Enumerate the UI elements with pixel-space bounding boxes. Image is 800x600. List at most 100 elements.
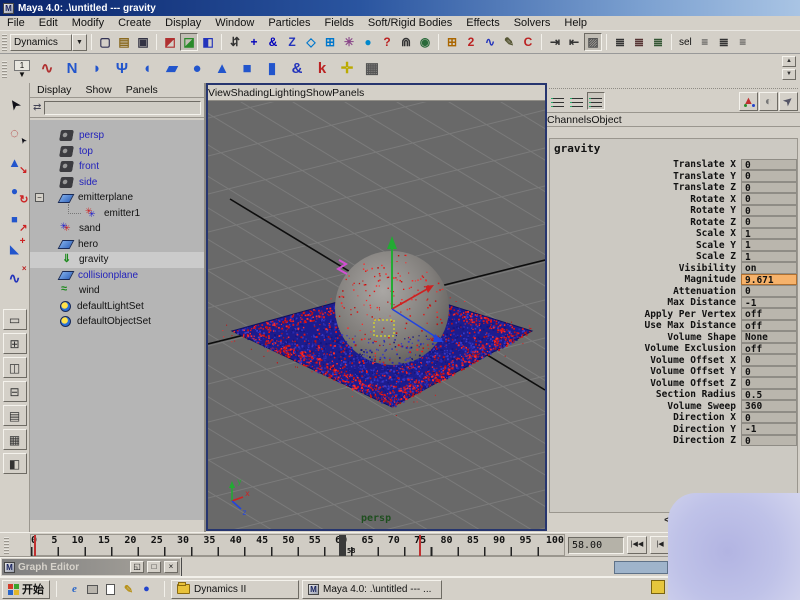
pointer-arrow-icon[interactable]: ➤	[779, 92, 798, 111]
layout-persp-hypershade[interactable]: ▦	[3, 429, 27, 450]
shelf-scroll-up-icon[interactable]: ▲	[782, 56, 796, 67]
drag-handle[interactable]	[2, 60, 7, 78]
layout-single-persp[interactable]: ▭	[3, 309, 27, 330]
lock-icon[interactable]: ⋒	[397, 33, 415, 51]
channel-value-field[interactable]: off	[741, 343, 797, 355]
curve-point-icon[interactable]: ∿	[481, 33, 499, 51]
expander-icon[interactable]	[35, 286, 44, 295]
expander-icon[interactable]	[35, 178, 44, 187]
menu-item[interactable]: File	[0, 16, 32, 30]
start-button[interactable]: 开始	[2, 580, 50, 599]
expander-icon[interactable]	[35, 162, 44, 171]
render-globals-icon[interactable]: ≣	[649, 33, 667, 51]
joint-tool-icon[interactable]: &	[285, 57, 309, 81]
task-maya[interactable]: M Maya 4.0: .\untitled --- ...	[302, 580, 442, 599]
shelf-tab-selector[interactable]: 1 ▼	[9, 55, 35, 82]
window-titlebar[interactable]: M Maya 4.0: .\untitled --- gravity	[0, 0, 800, 16]
viewport-menu-item[interactable]: View	[208, 87, 231, 99]
save-scene-icon[interactable]: ▣	[134, 33, 152, 51]
chevron-down-icon[interactable]: ▼	[72, 34, 87, 51]
outliner-item[interactable]: emitter1	[30, 206, 204, 222]
channel-value-field[interactable]: -1	[741, 423, 797, 435]
channel-value-field[interactable]: on	[741, 262, 797, 274]
outliner-item[interactable]: wind	[30, 283, 204, 299]
add-icon[interactable]: +	[245, 33, 263, 51]
lasso-tool[interactable]	[2, 120, 28, 146]
chevron-down-icon[interactable]: ▼	[18, 72, 26, 78]
outliner-menu-item[interactable]: Show	[78, 83, 118, 97]
list-view-icon-1[interactable]: ≡	[696, 33, 714, 51]
outliner-item[interactable]: gravity	[30, 252, 204, 268]
time-slider[interactable]: 0510152025303540455055606570758085909510…	[30, 534, 565, 556]
select-component-icon[interactable]: ◧	[199, 33, 217, 51]
joint-hook-icon[interactable]: &	[264, 33, 282, 51]
viewport-menu-item[interactable]: Show	[306, 87, 332, 99]
channel-value-field[interactable]: 1	[741, 251, 797, 263]
perspective-viewport[interactable]: ViewShadingLightingShowPanels	[206, 83, 547, 531]
menu-item[interactable]: Soft/Rigid Bodies	[361, 16, 459, 30]
cube-icon[interactable]: ■	[235, 57, 259, 81]
close-icon[interactable]: ×	[164, 561, 178, 573]
outliner-menu-item[interactable]: Display	[30, 83, 78, 97]
channel-value-field[interactable]: 1	[741, 228, 797, 240]
layout-hypergraph-persp[interactable]: ▤	[3, 405, 27, 426]
channel-speed-medium-icon[interactable]	[568, 92, 586, 110]
expander-icon[interactable]	[35, 271, 44, 280]
expander-icon[interactable]	[35, 302, 44, 311]
move-tool[interactable]	[2, 149, 28, 175]
channel-value-field[interactable]: -1	[741, 297, 797, 309]
poly-cube-icon[interactable]: ◇	[302, 33, 320, 51]
speed-dial-icon[interactable]: ◐	[759, 92, 778, 111]
cylinder-icon[interactable]: ▮	[260, 57, 284, 81]
render-current-icon[interactable]: ≣	[611, 33, 629, 51]
open-scene-icon[interactable]: ▤	[115, 33, 133, 51]
shelf-scroll-down-icon[interactable]: ▼	[782, 69, 796, 80]
channel-value-field[interactable]: 360	[741, 400, 797, 412]
outliner-menu-item[interactable]: Panels	[119, 83, 165, 97]
expander-icon[interactable]	[35, 209, 44, 218]
expander-icon[interactable]	[35, 240, 44, 249]
select-object-icon[interactable]: ◪	[180, 33, 198, 51]
outliner-item[interactable]: hero	[30, 237, 204, 253]
zoom-select-icon[interactable]: ◉	[416, 33, 434, 51]
ep-curve-icon[interactable]: ∿	[35, 57, 59, 81]
menu-set-selector[interactable]: Dynamics ▼	[10, 34, 87, 51]
new-scene-icon[interactable]: ▢	[96, 33, 114, 51]
layout-misc[interactable]: ◧	[3, 453, 27, 474]
menu-item[interactable]: Modify	[65, 16, 111, 30]
channel-value-field[interactable]: 0	[741, 435, 797, 447]
menu-item[interactable]: Display	[158, 16, 208, 30]
document-icon[interactable]	[103, 582, 118, 597]
revolve-icon[interactable]: ◗	[85, 57, 109, 81]
scale-tool[interactable]	[2, 207, 28, 233]
cv-curve-icon[interactable]: N	[60, 57, 84, 81]
viewport-menu-item[interactable]: Lighting	[269, 87, 306, 99]
channel-value-field[interactable]: 0	[741, 216, 797, 228]
nurbs-sphere-icon[interactable]: ●	[359, 33, 377, 51]
show-manip-tool-icon[interactable]: ▨	[584, 33, 602, 51]
channel-box-menu-item[interactable]: Object	[591, 114, 621, 126]
particle-star-icon[interactable]: ✳	[340, 33, 358, 51]
channel-value-field[interactable]: 0	[741, 377, 797, 389]
last-tool-curve[interactable]	[2, 265, 28, 291]
expander-icon[interactable]	[35, 131, 44, 140]
outliner-item[interactable]: defaultLightSet	[30, 299, 204, 315]
channel-value-field[interactable]: 9.671	[741, 274, 797, 286]
menu-item[interactable]: Create	[111, 16, 158, 30]
step-back-button[interactable]: |◀	[650, 536, 670, 554]
viewport-canvas[interactable]: y x z persp	[208, 102, 545, 529]
pen-icon[interactable]: ✎	[121, 582, 136, 597]
ik-handle-icon[interactable]: k	[310, 57, 334, 81]
layout-persp-outliner[interactable]: ◫	[3, 357, 27, 378]
input-connection-icon[interactable]: ⇥	[546, 33, 564, 51]
channel-value-field[interactable]: 0	[741, 159, 797, 171]
expander-icon[interactable]	[35, 255, 44, 264]
channel-value-field[interactable]: off	[741, 320, 797, 332]
channel-value-field[interactable]: None	[741, 331, 797, 343]
menu-item[interactable]: Edit	[32, 16, 65, 30]
channel-value-field[interactable]: 0	[741, 170, 797, 182]
layout-four-view[interactable]: ⊞	[3, 333, 27, 354]
render-camera-icon[interactable]: ▦	[360, 57, 384, 81]
birail-icon[interactable]: ▰	[160, 57, 184, 81]
channel-value-field[interactable]: 0.5	[741, 389, 797, 401]
